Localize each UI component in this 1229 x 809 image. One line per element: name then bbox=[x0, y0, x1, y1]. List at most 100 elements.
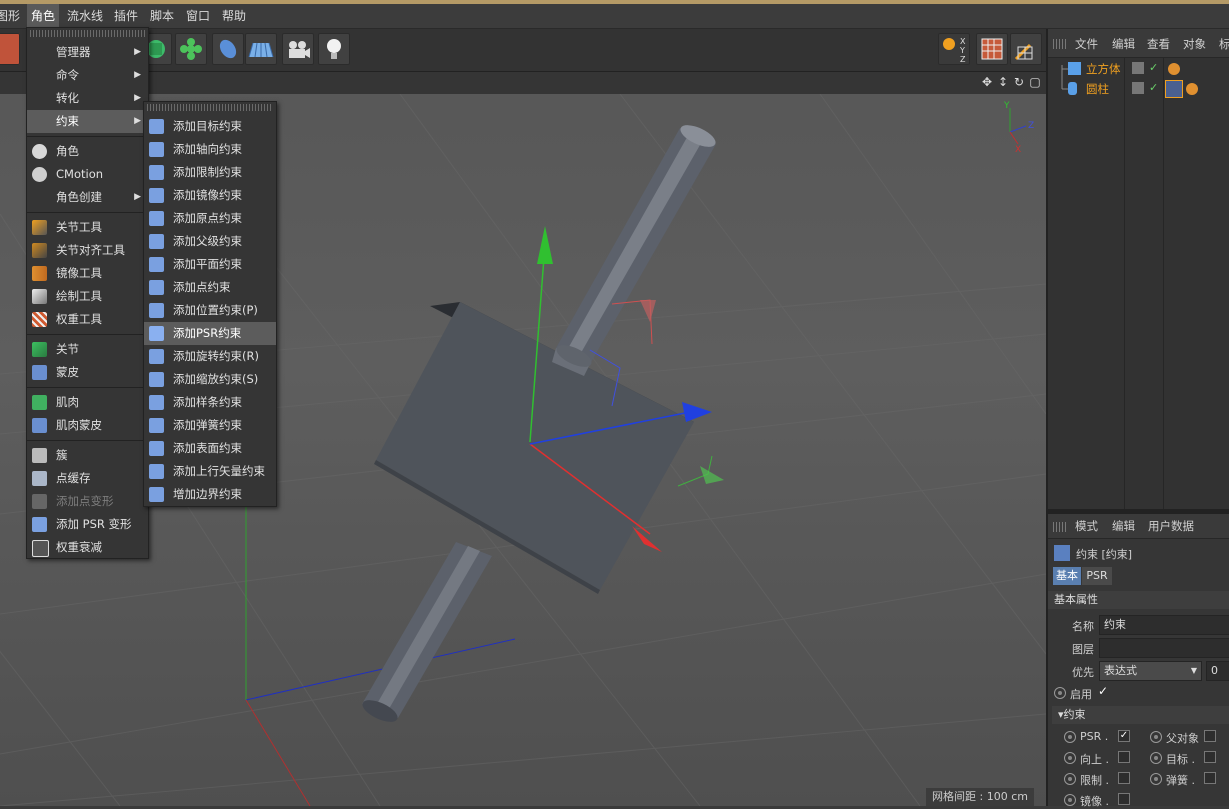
object-row-cube[interactable]: 立方体 ✓ bbox=[1048, 59, 1229, 90]
menu-item-character[interactable]: 角色 bbox=[27, 140, 148, 163]
submenu-item-point[interactable]: 添加点约束 bbox=[144, 276, 276, 299]
paint-weights-button[interactable] bbox=[1010, 33, 1042, 65]
enable-check-icon[interactable]: ✓ bbox=[1098, 684, 1108, 698]
layer-field[interactable] bbox=[1099, 638, 1229, 658]
coordinate-system-button[interactable]: XYZ bbox=[938, 33, 970, 65]
menu-script[interactable]: 脚本 bbox=[146, 4, 178, 28]
menu-item-character-builder[interactable]: 角色创建 ▶ bbox=[27, 186, 148, 209]
am-menu-userdata[interactable]: 用户数据 bbox=[1148, 514, 1194, 538]
floor-button[interactable] bbox=[245, 33, 277, 65]
tag-icon[interactable] bbox=[1168, 63, 1180, 75]
object-row-cylinder[interactable]: 圆柱 ✓ bbox=[1048, 79, 1229, 99]
mirror-checkbox[interactable] bbox=[1118, 793, 1130, 805]
clamp-checkbox[interactable] bbox=[1118, 772, 1130, 784]
submenu-item-mirror[interactable]: 添加镜像约束 bbox=[144, 184, 276, 207]
menu-item-paint-tool[interactable]: 绘制工具 bbox=[27, 285, 148, 308]
om-menu-file[interactable]: 文件 bbox=[1075, 31, 1098, 57]
psr-checkbox[interactable]: ✓ bbox=[1118, 730, 1130, 742]
constraint-tag-icon[interactable] bbox=[1165, 80, 1183, 98]
menu-window[interactable]: 窗口 bbox=[182, 4, 214, 28]
om-menu-tag[interactable]: 标 bbox=[1219, 31, 1229, 57]
render-region-button[interactable] bbox=[976, 33, 1008, 65]
up-radio[interactable] bbox=[1064, 752, 1076, 764]
menu-character[interactable]: 角色 bbox=[27, 4, 60, 28]
tag-icon[interactable] bbox=[1186, 83, 1198, 95]
menu-tearoff-grip[interactable] bbox=[30, 30, 145, 37]
menu-item-cluster[interactable]: 簇 bbox=[27, 444, 148, 467]
om-menu-object[interactable]: 对象 bbox=[1183, 31, 1206, 57]
rotate-view-icon[interactable]: ↻ bbox=[1012, 75, 1026, 89]
menu-item-joint-tool[interactable]: 关节工具 bbox=[27, 216, 148, 239]
submenu-item-surface[interactable]: 添加表面约束 bbox=[144, 437, 276, 460]
psr-radio[interactable] bbox=[1064, 731, 1076, 743]
menu-item-weight-falloff[interactable]: 权重衰减 bbox=[27, 536, 148, 559]
editor-visibility-icon[interactable] bbox=[1132, 82, 1144, 94]
menu-item-psr-morph[interactable]: 添加 PSR 变形 bbox=[27, 513, 148, 536]
menu-item-skin[interactable]: 蒙皮 bbox=[27, 361, 148, 384]
maximize-view-icon[interactable]: ▢ bbox=[1028, 75, 1042, 89]
menu-item-muscle[interactable]: 肌肉 bbox=[27, 391, 148, 414]
submenu-item-aim[interactable]: 添加轴向约束 bbox=[144, 138, 276, 161]
submenu-item-clamp[interactable]: 添加限制约束 bbox=[144, 161, 276, 184]
panel-splitter[interactable] bbox=[1046, 29, 1048, 806]
menu-shape[interactable]: 图形 bbox=[0, 4, 24, 28]
panel-splitter-horizontal[interactable] bbox=[1048, 509, 1229, 514]
toolbar-button-left[interactable] bbox=[0, 33, 20, 65]
menu-item-mirror-tool[interactable]: 镜像工具 bbox=[27, 262, 148, 285]
name-field[interactable]: 约束 bbox=[1099, 615, 1229, 635]
parent-radio[interactable] bbox=[1150, 731, 1162, 743]
cube-object[interactable] bbox=[374, 302, 694, 594]
up-checkbox[interactable] bbox=[1118, 751, 1130, 763]
mirror-radio[interactable] bbox=[1064, 794, 1076, 806]
panel-grip-icon[interactable] bbox=[1053, 39, 1067, 49]
panel-grip-icon[interactable] bbox=[1053, 522, 1067, 532]
menu-item-point-cache[interactable]: 点缓存 bbox=[27, 467, 148, 490]
section-constraint[interactable]: ▾约束 bbox=[1052, 706, 1229, 724]
cloner-button[interactable] bbox=[175, 33, 207, 65]
submenu-item-spline[interactable]: 添加样条约束 bbox=[144, 391, 276, 414]
am-menu-mode[interactable]: 模式 bbox=[1075, 514, 1098, 538]
om-menu-edit[interactable]: 编辑 bbox=[1112, 31, 1135, 57]
spring-radio[interactable] bbox=[1150, 773, 1162, 785]
priority-number-field[interactable]: 0 bbox=[1206, 661, 1229, 681]
priority-dropdown[interactable]: 表达式 ▼ bbox=[1099, 661, 1202, 681]
editor-visibility-icon[interactable] bbox=[1132, 62, 1144, 74]
enable-radio[interactable] bbox=[1054, 687, 1066, 699]
menu-item-joint[interactable]: 关节 bbox=[27, 338, 148, 361]
submenu-item-boundary[interactable]: 增加边界约束 bbox=[144, 483, 276, 506]
light-button[interactable] bbox=[318, 33, 350, 65]
submenu-item-parent[interactable]: 添加父级约束 bbox=[144, 230, 276, 253]
menu-plugins[interactable]: 插件 bbox=[110, 4, 142, 28]
submenu-item-spring[interactable]: 添加弹簧约束 bbox=[144, 414, 276, 437]
menu-pipeline[interactable]: 流水线 bbox=[63, 4, 107, 28]
aim-checkbox[interactable] bbox=[1204, 751, 1216, 763]
submenu-item-rotation[interactable]: 添加旋转约束(R) bbox=[144, 345, 276, 368]
menu-item-joint-align[interactable]: 关节对齐工具 bbox=[27, 239, 148, 262]
menu-item-weight-tool[interactable]: 权重工具 bbox=[27, 308, 148, 331]
move-view-icon[interactable]: ✥ bbox=[980, 75, 994, 89]
enabled-check-icon[interactable]: ✓ bbox=[1149, 81, 1158, 94]
camera-button[interactable] bbox=[282, 33, 314, 65]
menu-item-cmotion[interactable]: CMotion bbox=[27, 163, 148, 186]
enabled-check-icon[interactable]: ✓ bbox=[1149, 61, 1158, 74]
submenu-item-plane[interactable]: 添加平面约束 bbox=[144, 253, 276, 276]
submenu-item-target[interactable]: 添加目标约束 bbox=[144, 115, 276, 138]
submenu-item-psr[interactable]: 添加PSR约束 bbox=[144, 322, 276, 345]
tab-psr[interactable]: PSR bbox=[1082, 567, 1112, 585]
aim-radio[interactable] bbox=[1150, 752, 1162, 764]
parent-checkbox[interactable] bbox=[1204, 730, 1216, 742]
clamp-radio[interactable] bbox=[1064, 773, 1076, 785]
submenu-item-position[interactable]: 添加位置约束(P) bbox=[144, 299, 276, 322]
deformer-button[interactable] bbox=[212, 33, 244, 65]
submenu-item-scale[interactable]: 添加缩放约束(S) bbox=[144, 368, 276, 391]
menu-item-convert[interactable]: 转化 ▶ bbox=[27, 87, 148, 110]
tab-basic[interactable]: 基本 bbox=[1053, 567, 1081, 585]
submenu-tearoff-grip[interactable] bbox=[147, 104, 273, 111]
menu-item-muscle-skin[interactable]: 肌肉蒙皮 bbox=[27, 414, 148, 437]
dolly-view-icon[interactable]: ↕ bbox=[996, 75, 1010, 89]
menu-item-manager[interactable]: 管理器 ▶ bbox=[27, 41, 148, 64]
menu-help[interactable]: 帮助 bbox=[218, 4, 250, 28]
menu-item-commands[interactable]: 命令 ▶ bbox=[27, 64, 148, 87]
menu-item-constraint[interactable]: 约束 ▶ bbox=[27, 110, 148, 133]
am-menu-edit[interactable]: 编辑 bbox=[1112, 514, 1135, 538]
